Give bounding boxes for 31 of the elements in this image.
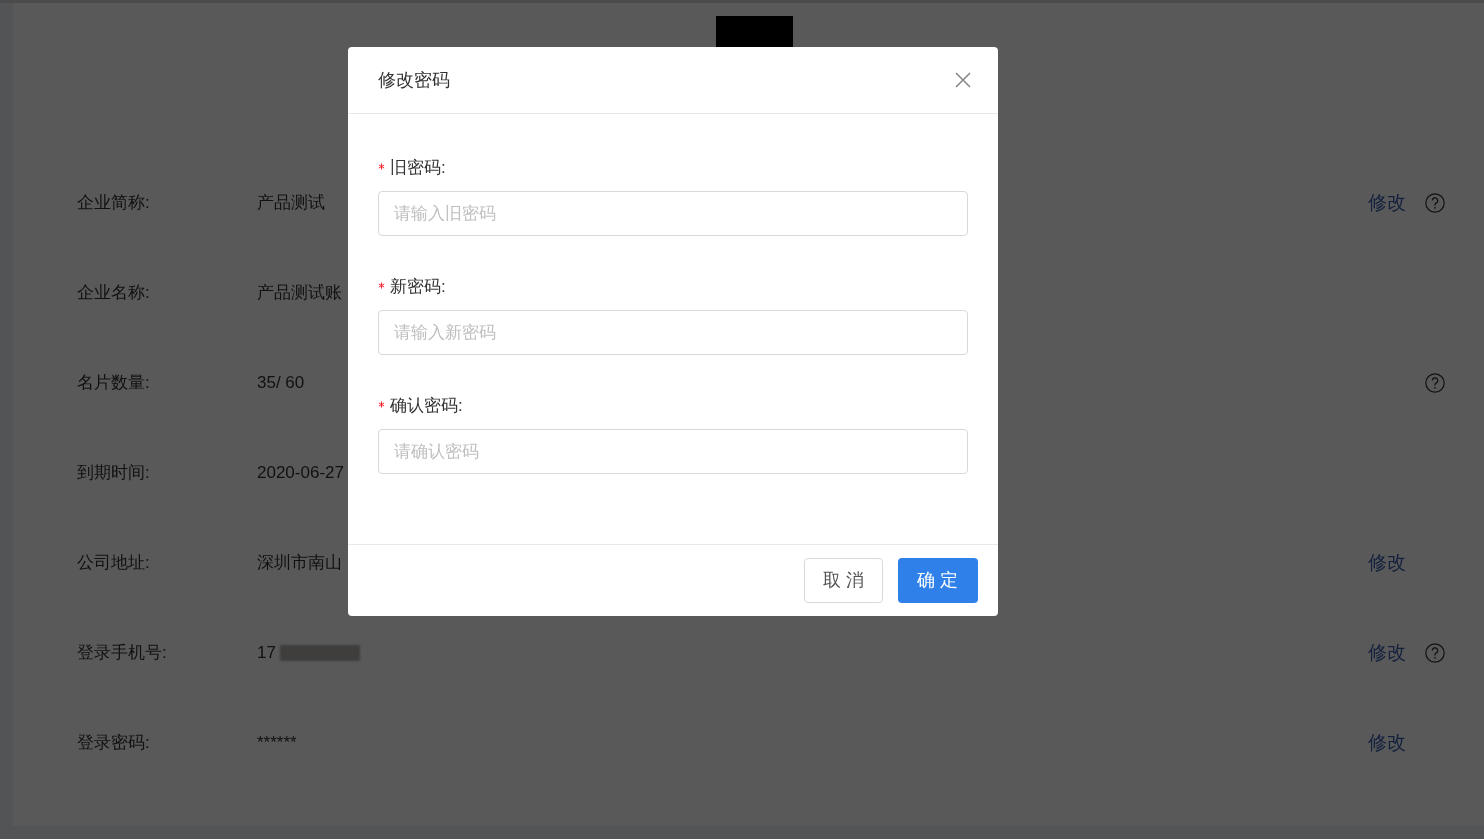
field-value: 产品测试 xyxy=(257,192,325,215)
field-value: 产品测试账 xyxy=(257,282,342,305)
field-label: 确认密码: xyxy=(390,395,463,418)
edit-link[interactable]: 修改 xyxy=(1368,188,1406,218)
password-field[interactable]: 请输入新密码 xyxy=(378,310,968,355)
field-label: 到期时间: xyxy=(77,462,150,485)
field-label: 企业名称: xyxy=(77,282,150,305)
edit-link[interactable]: 修改 xyxy=(1368,728,1406,758)
field-value: 2020-06-27 xyxy=(257,462,344,485)
password-field[interactable]: 请确认密码 xyxy=(378,429,968,474)
password-field[interactable]: 请输入旧密码 xyxy=(378,191,968,236)
help-icon[interactable] xyxy=(1425,373,1445,393)
field-value: ****** xyxy=(257,732,297,755)
field-label: 旧密码: xyxy=(390,157,446,180)
help-icon[interactable] xyxy=(1425,643,1445,663)
dialog-title: 修改密码 xyxy=(378,68,450,92)
edit-link[interactable]: 修改 xyxy=(1368,638,1406,668)
close-icon[interactable] xyxy=(955,72,971,88)
field-label: 企业简称: xyxy=(77,192,150,215)
edit-link[interactable]: 修改 xyxy=(1368,548,1406,578)
field-label: 新密码: xyxy=(390,276,446,299)
field-label: 登录手机号: xyxy=(77,642,167,665)
confirm-button[interactable]: 确 定 xyxy=(898,558,978,603)
field-label: 登录密码: xyxy=(77,732,150,755)
field-value: 17 xyxy=(257,642,276,665)
help-icon[interactable] xyxy=(1425,193,1445,213)
field-value: 深圳市南山 xyxy=(257,552,342,575)
field-value: 35/ 60 xyxy=(257,372,305,395)
cancel-button[interactable]: 取 消 xyxy=(804,558,883,603)
field-label: 名片数量: xyxy=(77,372,150,395)
field-label: 公司地址: xyxy=(77,552,150,575)
